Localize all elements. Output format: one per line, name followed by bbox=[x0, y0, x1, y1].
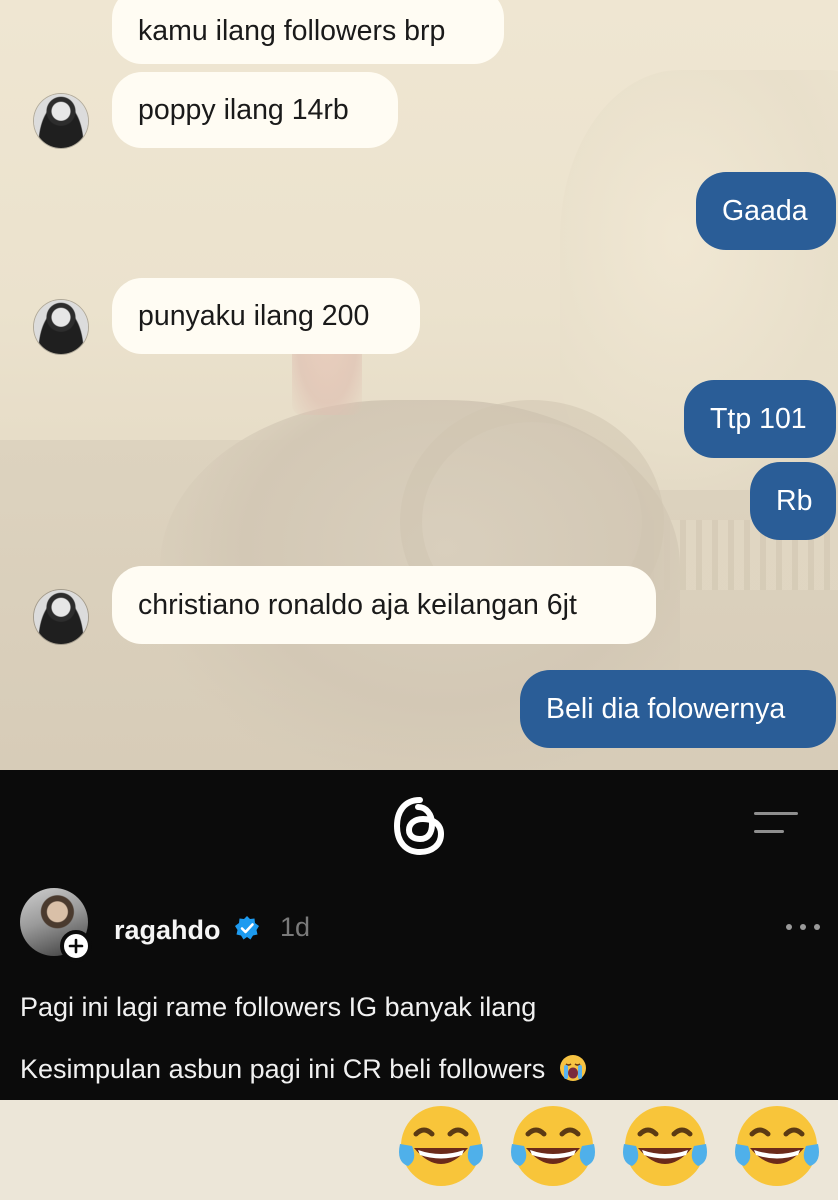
contact-avatar[interactable] bbox=[34, 94, 88, 148]
message-bubble-outgoing[interactable]: Beli dia folowernya bbox=[520, 670, 836, 748]
username[interactable]: ragahdo bbox=[114, 915, 221, 946]
post-text-line: Kesimpulan asbun pagi ini CR beli follow… bbox=[20, 1054, 587, 1085]
tears-of-joy-emoji-icon bbox=[735, 1106, 819, 1186]
message-text: poppy ilang 14rb bbox=[138, 93, 349, 126]
message-text: Gaada bbox=[722, 194, 808, 227]
more-options-icon[interactable] bbox=[786, 922, 822, 932]
follow-plus-icon[interactable] bbox=[60, 930, 92, 962]
tears-of-joy-emoji-icon bbox=[623, 1106, 707, 1186]
threads-post-screenshot: ragahdo 1d Pagi ini lagi rame followers … bbox=[0, 770, 838, 1100]
message-text: christiano ronaldo aja keilangan 6jt bbox=[138, 588, 577, 621]
chat-screenshot: kamu ilang followers brp poppy ilang 14r… bbox=[0, 0, 838, 770]
contact-avatar[interactable] bbox=[34, 590, 88, 644]
message-bubble-outgoing[interactable]: Rb bbox=[750, 462, 836, 540]
message-bubble-outgoing[interactable]: Gaada bbox=[696, 172, 836, 250]
post-text-line: Pagi ini lagi rame followers IG banyak i… bbox=[20, 992, 537, 1022]
message-bubble-outgoing[interactable]: Ttp 101 bbox=[684, 380, 836, 458]
message-text: Beli dia folowernya bbox=[546, 692, 786, 725]
contact-avatar[interactable] bbox=[34, 300, 88, 354]
message-bubble-incoming[interactable]: punyaku ilang 200 bbox=[112, 278, 420, 354]
threads-logo-icon[interactable] bbox=[390, 794, 450, 858]
crying-face-emoji-icon bbox=[559, 1055, 586, 1081]
message-bubble-incoming[interactable]: poppy ilang 14rb bbox=[112, 72, 398, 148]
verified-badge-icon bbox=[235, 916, 259, 940]
reaction-emoji-row bbox=[396, 1100, 838, 1200]
message-text: Ttp 101 bbox=[710, 402, 807, 435]
tears-of-joy-emoji-icon bbox=[511, 1106, 595, 1186]
message-bubble-incoming[interactable]: christiano ronaldo aja keilangan 6jt bbox=[112, 566, 656, 644]
tears-of-joy-emoji-icon bbox=[399, 1106, 483, 1186]
message-text: kamu ilang followers brp bbox=[138, 14, 446, 47]
menu-icon[interactable] bbox=[754, 812, 798, 836]
message-text: Rb bbox=[776, 484, 813, 517]
message-bubble-incoming[interactable]: kamu ilang followers brp bbox=[112, 0, 504, 64]
message-text: punyaku ilang 200 bbox=[138, 299, 370, 332]
post-timestamp: 1d bbox=[280, 912, 311, 942]
